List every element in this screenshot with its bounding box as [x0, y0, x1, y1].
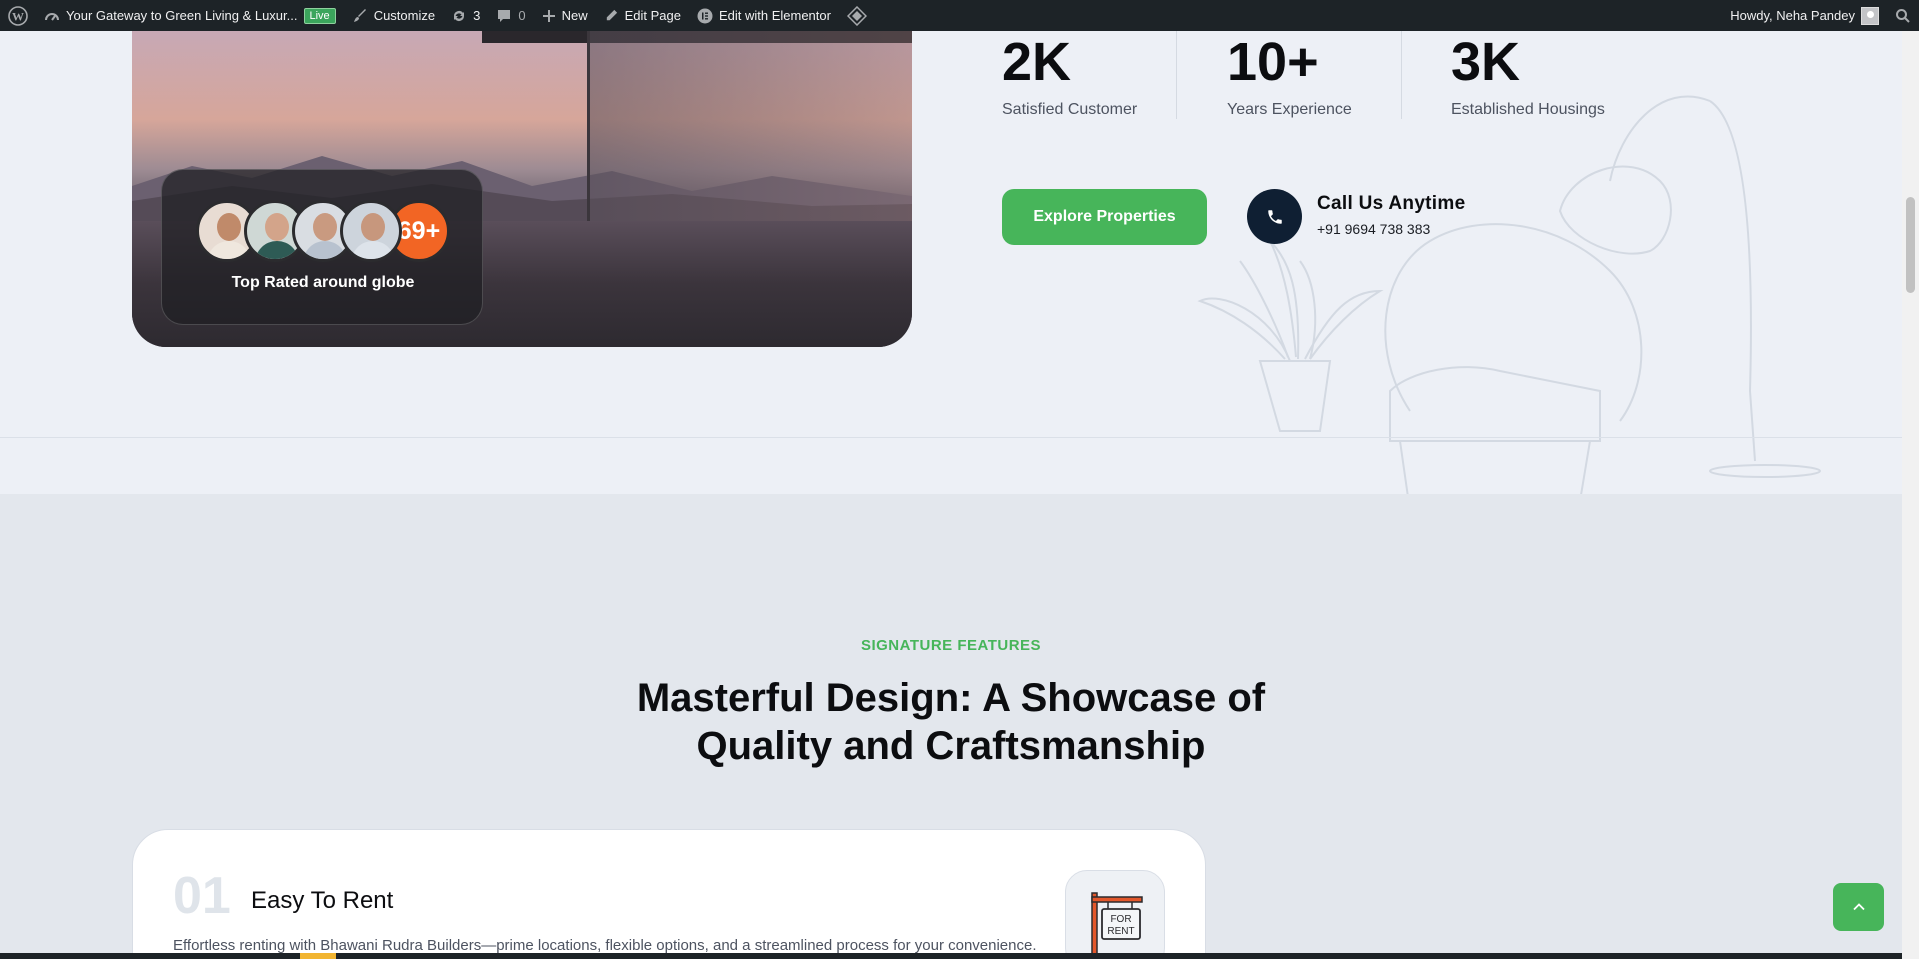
updates-count: 3: [473, 8, 481, 23]
feature-number: 01: [173, 867, 231, 925]
stat-value: 3K: [1451, 32, 1521, 92]
wordpress-logo-icon[interactable]: W: [0, 0, 36, 31]
howdy-label: Howdy, Neha Pandey: [1730, 8, 1855, 23]
avatar: [1861, 6, 1879, 25]
section-heading: Masterful Design: A Showcase of Quality …: [0, 674, 1902, 770]
scrollbar-thumb[interactable]: [1906, 197, 1915, 293]
top-rated-card: 69+ Top Rated around globe: [161, 169, 483, 325]
chevron-up-icon: [1852, 903, 1865, 911]
live-badge: Live: [303, 7, 336, 24]
wp-admin-bar: W Your Gateway to Green Living & Luxur..…: [0, 0, 1919, 31]
edit-page-link[interactable]: Edit Page: [596, 0, 689, 31]
taskbar-strip: [0, 953, 1902, 959]
glass-facade: [587, 31, 912, 221]
furniture-line-art-illustration: [1197, 95, 1821, 494]
avatar: [340, 200, 402, 262]
back-to-top-button[interactable]: [1833, 883, 1884, 931]
updates-link[interactable]: 3: [443, 0, 488, 31]
section-divider: [0, 437, 1902, 438]
customer-avatars: 69+: [196, 200, 450, 262]
feature-description: Effortless renting with Bhawani Rudra Bu…: [173, 937, 1037, 954]
stat-label: Satisfied Customer: [1002, 101, 1138, 118]
heading-line-2: Quality and Craftsmanship: [696, 724, 1206, 768]
site-name-menu[interactable]: Your Gateway to Green Living & Luxur... …: [36, 0, 344, 31]
stat-value: 2K: [1002, 32, 1072, 92]
dashboard-icon: [45, 12, 59, 21]
comments-link[interactable]: 0: [488, 0, 533, 31]
feature-title: Easy To Rent: [251, 887, 394, 914]
customize-link[interactable]: Customize: [344, 0, 443, 31]
rated-label: Top Rated around globe: [231, 274, 415, 291]
comments-count: 0: [518, 8, 526, 23]
edit-elementor-label: Edit with Elementor: [718, 8, 831, 23]
feature-card-easy-to-rent: 01 Easy To Rent Effortless renting with …: [132, 829, 1206, 959]
phone-icon: [1267, 209, 1282, 224]
signature-features-section: SIGNATURE FEATURES Masterful Design: A S…: [0, 494, 1902, 959]
my-account-menu[interactable]: Howdy, Neha Pandey: [1722, 0, 1887, 31]
explore-properties-button[interactable]: Explore Properties: [1002, 189, 1207, 245]
new-content-menu[interactable]: New: [534, 0, 596, 31]
for-rent-sign-icon: FOR RENT: [1065, 870, 1165, 959]
svg-text:W: W: [12, 9, 24, 23]
stat-value: 10+: [1227, 32, 1319, 92]
diamond-menu-icon[interactable]: [839, 0, 875, 31]
search-icon[interactable]: [1887, 0, 1919, 31]
heading-line-1: Masterful Design: A Showcase of: [636, 676, 1266, 720]
page-scrollbar[interactable]: [1902, 31, 1919, 959]
stat-divider: [1176, 31, 1177, 119]
edit-page-label: Edit Page: [624, 8, 681, 23]
customize-label: Customize: [373, 8, 436, 23]
section-eyebrow: SIGNATURE FEATURES: [860, 637, 1042, 654]
phone-button[interactable]: [1247, 189, 1302, 244]
call-title: Call Us Anytime: [1317, 193, 1466, 214]
stat-label: Years Experience: [1227, 101, 1352, 118]
edit-elementor-link[interactable]: Edit with Elementor: [689, 0, 839, 31]
elementor-icon: [697, 8, 713, 23]
comment-icon: [498, 9, 511, 22]
stat-divider: [1401, 31, 1402, 119]
new-label: New: [561, 8, 588, 23]
pencil-icon: [606, 9, 617, 21]
taskbar-highlight: [300, 953, 336, 959]
villa-photo: 69+ Top Rated around globe: [132, 31, 912, 347]
hero-section: 69+ Top Rated around globe 2K Satisfied …: [0, 31, 1902, 494]
sign-text-line-2: RENT: [1107, 926, 1134, 937]
brush-icon: [353, 8, 366, 22]
stat-label: Established Housings: [1451, 101, 1605, 118]
call-number[interactable]: +91 9694 738 383: [1317, 221, 1430, 237]
sign-text-line-1: FOR: [1110, 914, 1131, 925]
site-title: Your Gateway to Green Living & Luxur...: [66, 8, 298, 23]
refresh-icon: [454, 10, 465, 21]
plus-icon: [542, 9, 555, 22]
